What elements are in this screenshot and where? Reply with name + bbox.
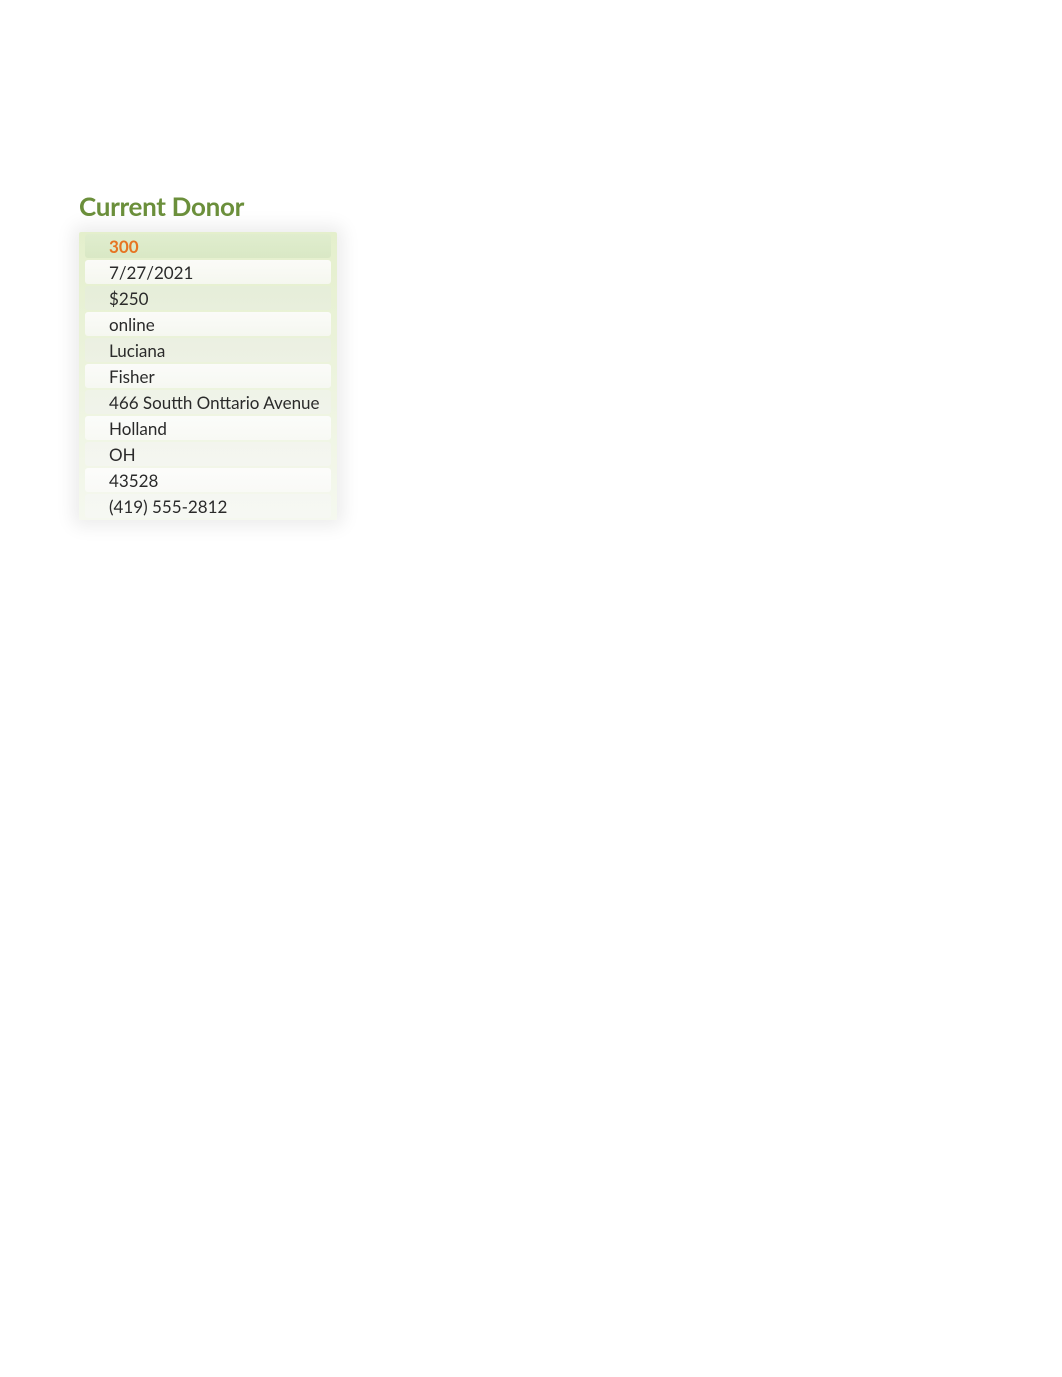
donor-firstname-value: Luciana [85, 338, 331, 362]
donor-phone-row: (419) 555-2812 [79, 493, 337, 519]
donor-date-value: 7/27/2021 [85, 260, 331, 284]
donor-phone-value: (419) 555-2812 [85, 494, 331, 518]
donor-state-value: OH [85, 442, 331, 466]
donor-data-box: 300 7/27/2021 $250 online Luciana Fisher… [79, 232, 337, 520]
donor-zip-row: 43528 [79, 467, 337, 493]
donor-city-value: Holland [85, 416, 331, 440]
donor-lastname-value: Fisher [85, 364, 331, 388]
donor-date-row: 7/27/2021 [79, 259, 337, 285]
donor-method-value: online [85, 312, 331, 336]
donor-zip-value: 43528 [85, 468, 331, 492]
donor-id-row: 300 [79, 233, 337, 259]
donor-firstname-row: Luciana [79, 337, 337, 363]
donor-panel: Current Donor 300 7/27/2021 $250 online … [79, 190, 337, 520]
donor-amount-value: $250 [85, 286, 331, 310]
panel-title: Current Donor [79, 190, 337, 222]
donor-city-row: Holland [79, 415, 337, 441]
donor-method-row: online [79, 311, 337, 337]
donor-state-row: OH [79, 441, 337, 467]
donor-address-row: 466 Soutth Onttario Avenue [79, 389, 337, 415]
donor-address-value: 466 Soutth Onttario Avenue [85, 390, 331, 414]
donor-id-value: 300 [85, 234, 331, 258]
donor-amount-row: $250 [79, 285, 337, 311]
donor-lastname-row: Fisher [79, 363, 337, 389]
